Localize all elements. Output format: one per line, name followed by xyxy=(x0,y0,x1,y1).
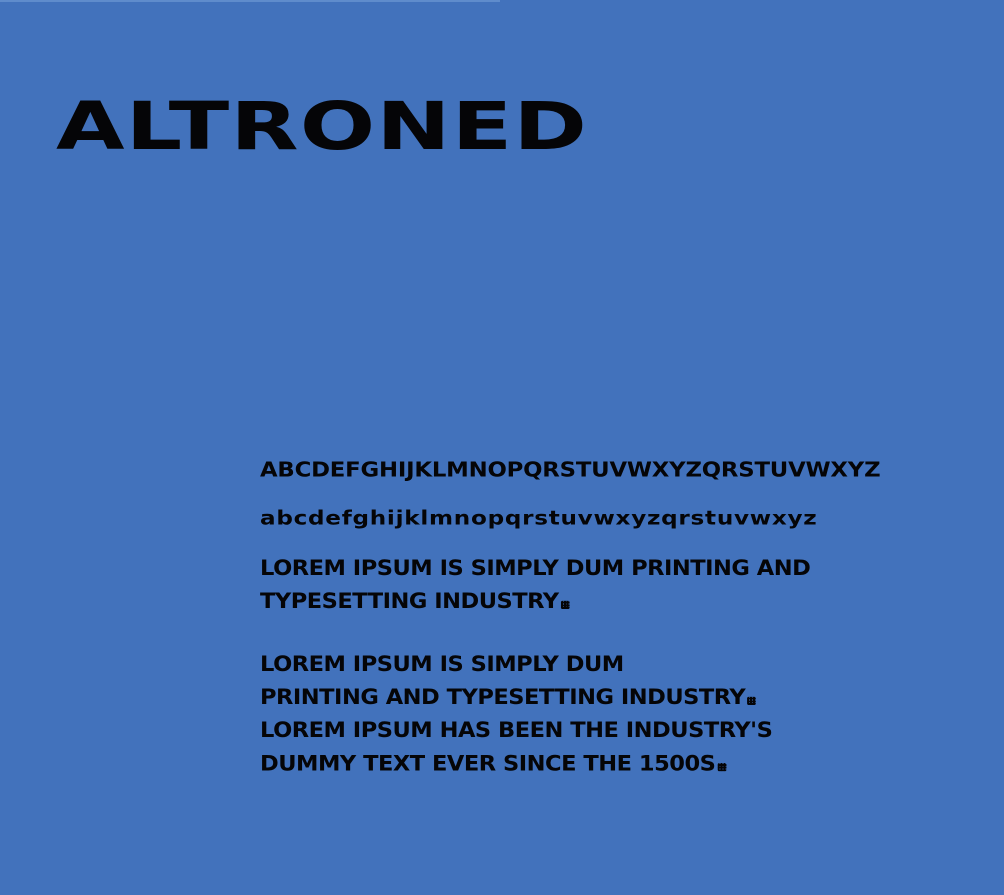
font-name-title: ALTRONED xyxy=(56,87,589,165)
paragraph-one-line-1: LOREM IPSUM IS SIMPLY DUM PRINTING AND xyxy=(260,556,811,581)
uppercase-alphabet-line: ABCDEFGHIJKLMNOPQRSTUVWXYZQRSTUVWXYZ xyxy=(260,458,881,483)
paragraph-one-line-2-text: TYPESETTING INDUSTRY xyxy=(260,589,559,614)
paragraph-two-line-2-text: PRINTING AND TYPESETTING INDUSTRY xyxy=(260,685,746,710)
paragraph-two-line-4: DUMMY TEXT EVER SINCE THE 1500S xyxy=(260,747,975,780)
period-glyph-icon xyxy=(747,696,757,706)
specimen-paragraph-one: LOREM IPSUM IS SIMPLY DUM PRINTING AND T… xyxy=(260,552,975,618)
paragraph-two-line-1: LOREM IPSUM IS SIMPLY DUM xyxy=(260,652,624,677)
paragraph-two-line-2: PRINTING AND TYPESETTING INDUSTRY xyxy=(260,681,975,714)
lowercase-alphabet-line: abcdefghijklmnopqrstuvwxyzqrstuvwxyz xyxy=(260,507,818,530)
top-divider-line xyxy=(0,0,500,2)
paragraph-two-line-3: LOREM IPSUM HAS BEEN THE INDUSTRY'S xyxy=(260,718,773,743)
paragraph-one-line-2: TYPESETTING INDUSTRY xyxy=(260,585,975,618)
period-glyph-icon xyxy=(717,763,727,772)
specimen-paragraph-two: LOREM IPSUM IS SIMPLY DUM PRINTING AND T… xyxy=(260,648,975,780)
period-glyph-icon xyxy=(560,600,570,610)
font-specimen: ABCDEFGHIJKLMNOPQRSTUVWXYZQRSTUVWXYZ abc… xyxy=(260,456,990,792)
paragraph-two-line-4-text: DUMMY TEXT EVER SINCE THE 1500S xyxy=(260,751,716,776)
